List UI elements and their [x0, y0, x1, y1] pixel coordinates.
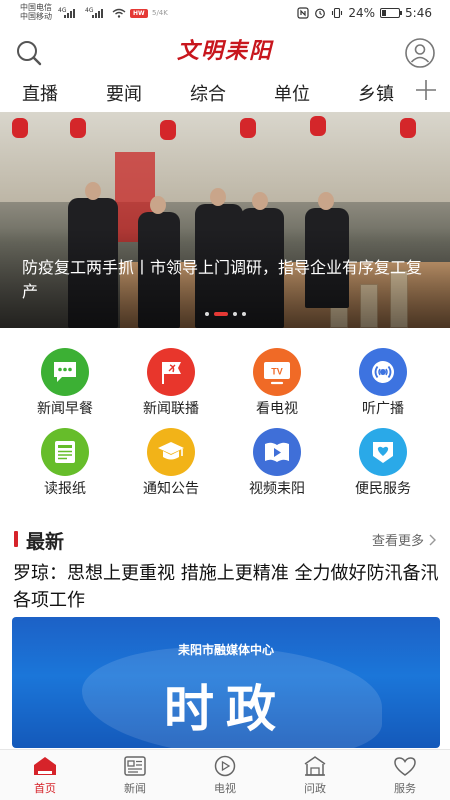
tv-play-icon	[214, 755, 236, 777]
user-avatar-icon[interactable]	[404, 37, 436, 69]
bottom-tab-home[interactable]: 首页	[15, 754, 75, 796]
heart-icon	[359, 428, 407, 476]
grid-item-news-breakfast[interactable]: 新闻早餐	[20, 348, 110, 424]
grid-item-read-newspaper[interactable]: 读报纸	[20, 428, 110, 504]
alarm-icon	[315, 8, 326, 19]
vibrate-icon	[332, 7, 343, 19]
battery-percent: 24%	[348, 6, 376, 20]
section-accent-bar	[14, 531, 18, 547]
status-extra: 5/4K	[152, 9, 168, 17]
grid-label: 新闻联播	[143, 401, 199, 417]
carrier-2: 中国移动	[20, 12, 52, 21]
view-more-label: 查看更多	[371, 534, 424, 549]
signal-1-icon	[64, 9, 75, 18]
channel-tabs: 直播 要闻 综合 单位 乡镇	[0, 74, 450, 112]
app-header: 文明耒阳	[0, 30, 450, 74]
graduation-cap-icon	[147, 428, 195, 476]
status-bar: 中国电信 中国移动 4G 4G HW 5/4K 24% 5:46	[0, 0, 450, 30]
search-icon[interactable]	[14, 38, 44, 68]
bottom-tab-inquiry[interactable]: 问政	[285, 754, 345, 796]
grid-item-watch-tv[interactable]: TV 看电视	[232, 348, 322, 424]
book-play-icon	[253, 428, 301, 476]
building-icon	[304, 756, 326, 776]
grid-item-news-broadcast[interactable]: 新闻联播	[126, 348, 216, 424]
grid-label: 看电视	[256, 401, 298, 417]
tab-towns[interactable]: 乡镇	[358, 80, 394, 106]
carousel-dot	[204, 312, 209, 316]
app-badge: HW	[130, 9, 148, 18]
signal-2-icon	[92, 9, 103, 18]
carousel-indicator	[0, 312, 450, 316]
thumbnail-title: 时政	[164, 679, 288, 738]
heart-icon	[394, 757, 416, 776]
bottom-tab-tv[interactable]: 电视	[195, 754, 255, 796]
grid-label: 听广播	[362, 401, 404, 417]
grid-item-radio[interactable]: 听广播	[338, 348, 428, 424]
news-headline[interactable]: 罗琼：思想上更重视 措施上更精准 全力做好防汛备汛各项工作	[13, 560, 443, 614]
news-thumbnail[interactable]: 耒阳市融媒体中心 时政	[12, 617, 440, 748]
grid-item-video-leiyang[interactable]: 视频耒阳	[232, 428, 322, 504]
carousel-dot-active	[213, 312, 228, 316]
grid-label: 视频耒阳	[249, 481, 305, 497]
grid-label: 通知公告	[143, 481, 199, 497]
chevron-right-icon	[429, 534, 436, 545]
svg-text:TV: TV	[271, 367, 283, 377]
tab-headlines[interactable]: 要闻	[106, 80, 142, 106]
party-flag-icon	[147, 348, 195, 396]
tab-live[interactable]: 直播	[22, 80, 58, 106]
nfc-icon	[297, 7, 309, 19]
bottom-tab-label: 新闻	[124, 782, 146, 795]
carrier-1: 中国电信	[20, 3, 52, 12]
grid-item-public-services[interactable]: 便民服务	[338, 428, 428, 504]
bottom-tab-label: 问政	[304, 782, 326, 795]
carrier-names: 中国电信 中国移动	[20, 3, 52, 21]
carousel-dot	[241, 312, 246, 316]
bottom-navigation: 首页 新闻 电视 问政 服务	[0, 749, 450, 800]
add-channel-icon[interactable]	[414, 78, 438, 102]
newspaper-icon	[41, 428, 89, 476]
grid-label: 新闻早餐	[37, 401, 93, 417]
section-title: 最新	[26, 531, 65, 553]
bottom-tab-label: 电视	[214, 782, 236, 795]
thumbnail-subtitle: 耒阳市融媒体中心	[177, 643, 274, 657]
wifi-icon	[112, 8, 126, 18]
battery-icon	[380, 8, 403, 18]
banner-photo	[0, 112, 450, 202]
bottom-tab-label: 首页	[34, 782, 56, 795]
chat-bubble-icon	[41, 348, 89, 396]
radio-icon	[359, 348, 407, 396]
grid-label: 读报纸	[44, 481, 86, 497]
bottom-tab-label: 服务	[394, 782, 416, 795]
bottom-tab-news[interactable]: 新闻	[105, 754, 165, 796]
status-right: 24% 5:46	[297, 6, 432, 20]
news-icon	[124, 756, 146, 776]
tab-general[interactable]: 综合	[190, 80, 226, 106]
view-more-link[interactable]: 查看更多	[372, 530, 436, 549]
grid-label: 便民服务	[355, 481, 411, 497]
banner-carousel[interactable]: 防疫复工两手抓丨市领导上门调研，指导企业有序复工复产	[0, 112, 450, 328]
banner-caption[interactable]: 防疫复工两手抓丨市领导上门调研，指导企业有序复工复产	[22, 256, 432, 304]
home-icon	[34, 757, 56, 775]
grid-item-notices[interactable]: 通知公告	[126, 428, 216, 504]
app-logo: 文明耒阳	[176, 38, 273, 64]
bottom-tab-services[interactable]: 服务	[375, 754, 435, 796]
tv-icon: TV	[253, 348, 301, 396]
carousel-dot	[232, 312, 237, 316]
tab-units[interactable]: 单位	[274, 80, 310, 106]
clock: 5:46	[405, 6, 432, 20]
